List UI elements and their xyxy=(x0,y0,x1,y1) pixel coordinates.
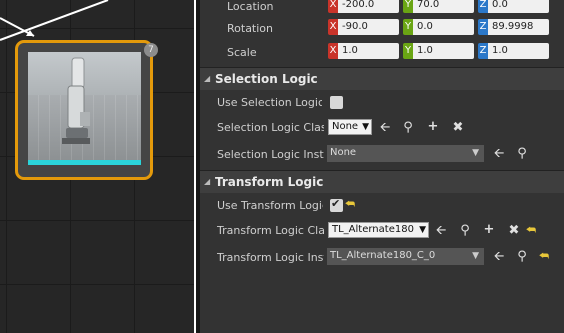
node-count-badge: 7 xyxy=(144,43,158,57)
robot-arm-icon xyxy=(62,57,90,144)
selection-logic-instance-combo[interactable]: None ▼ xyxy=(327,145,484,162)
use-transform-logic-label: Use Transform Logic xyxy=(217,199,323,212)
use-selection-logic-row: Use Selection Logic xyxy=(200,90,564,115)
dropdown-arrow-icon: ▼ xyxy=(472,251,479,261)
transform-logic-class-row: Transform Logic Class TL_Alternate180▼ 🡨… xyxy=(200,218,564,243)
selection-logic-header[interactable]: ◢ Selection Logic xyxy=(200,67,564,90)
selection-logic-instance-row: Selection Logic Instance None▼ 🡨 ⚲ xyxy=(200,142,564,167)
use-transform-logic-checkbox[interactable] xyxy=(330,197,343,212)
selection-logic-class-combo[interactable]: None ▼ xyxy=(328,119,372,135)
arrow-left-icon[interactable]: 🡨 xyxy=(492,250,506,264)
selection-logic-class-row: Selection Logic Class None ▼ 🡨 ⚲ + ✖ xyxy=(200,115,564,140)
magnifier-icon[interactable]: ⚲ xyxy=(515,250,529,264)
rotation-label: Rotation xyxy=(227,22,274,35)
transform-logic-class-label: Transform Logic Class xyxy=(217,224,324,237)
dropdown-arrow-icon: ▼ xyxy=(419,225,426,235)
node-thumbnail xyxy=(28,52,141,165)
selection-logic-class-label: Selection Logic Class xyxy=(217,121,324,134)
transform-logic-class-combo[interactable]: TL_Alternate180 ▼ xyxy=(328,222,429,238)
arrow-left-icon[interactable]: 🡨 xyxy=(378,121,392,135)
reset-arrow-icon[interactable]: ⮪ xyxy=(524,223,538,237)
details-panel: Location X -200.0 Y 70.0 Z 0.0 Rotation X -9… xyxy=(200,0,564,333)
dropdown-arrow-icon: ▼ xyxy=(472,148,479,158)
scale-row: Scale X 1.0 Y 1.0 Z 1.0 xyxy=(200,40,564,65)
reset-arrow-icon[interactable]: ⮪ xyxy=(537,249,551,263)
plus-icon[interactable]: + xyxy=(482,223,496,237)
selection-logic-instance-label: Selection Logic Instance xyxy=(217,148,324,161)
node-progress-bar xyxy=(28,160,141,165)
location-label: Location xyxy=(227,0,274,13)
magnifier-icon[interactable]: ⚲ xyxy=(515,147,529,161)
transform-logic-instance-label: Transform Logic Instance xyxy=(217,251,324,264)
transform-logic-header[interactable]: ◢ Transform Logic xyxy=(200,170,564,193)
collapse-triangle-icon[interactable]: ◢ xyxy=(204,177,210,186)
rotation-row: Rotation X -90.0 Y 0.0 Z 89.9998 xyxy=(200,16,564,41)
use-selection-logic-label: Use Selection Logic xyxy=(217,96,322,109)
graph-editor-canvas[interactable]: 7 xyxy=(0,0,196,333)
selection-logic-title: Selection Logic xyxy=(215,72,318,86)
use-selection-logic-checkbox[interactable] xyxy=(330,96,343,109)
magnifier-icon[interactable]: ⚲ xyxy=(458,224,472,238)
scale-label: Scale xyxy=(227,46,257,59)
magnifier-icon[interactable]: ⚲ xyxy=(401,121,415,135)
collapse-triangle-icon[interactable]: ◢ xyxy=(204,74,210,83)
x-icon[interactable]: ✖ xyxy=(507,224,521,238)
use-transform-logic-row: Use Transform Logic ⮪ xyxy=(200,193,564,218)
wire xyxy=(0,0,109,41)
reset-arrow-icon[interactable]: ⮪ xyxy=(343,197,357,211)
plus-icon[interactable]: + xyxy=(426,120,440,134)
x-icon[interactable]: ✖ xyxy=(451,121,465,135)
transform-logic-instance-combo[interactable]: TL_Alternate180_C_0 ▼ xyxy=(327,248,484,265)
dropdown-arrow-icon: ▼ xyxy=(362,122,369,132)
arrow-left-icon[interactable]: 🡨 xyxy=(434,224,448,238)
transform-logic-title: Transform Logic xyxy=(215,175,324,189)
graph-node[interactable]: 7 xyxy=(15,40,158,180)
transform-logic-instance-row: Transform Logic Instance TL_Alternate180… xyxy=(200,245,564,270)
arrow-left-icon[interactable]: 🡨 xyxy=(492,147,506,161)
